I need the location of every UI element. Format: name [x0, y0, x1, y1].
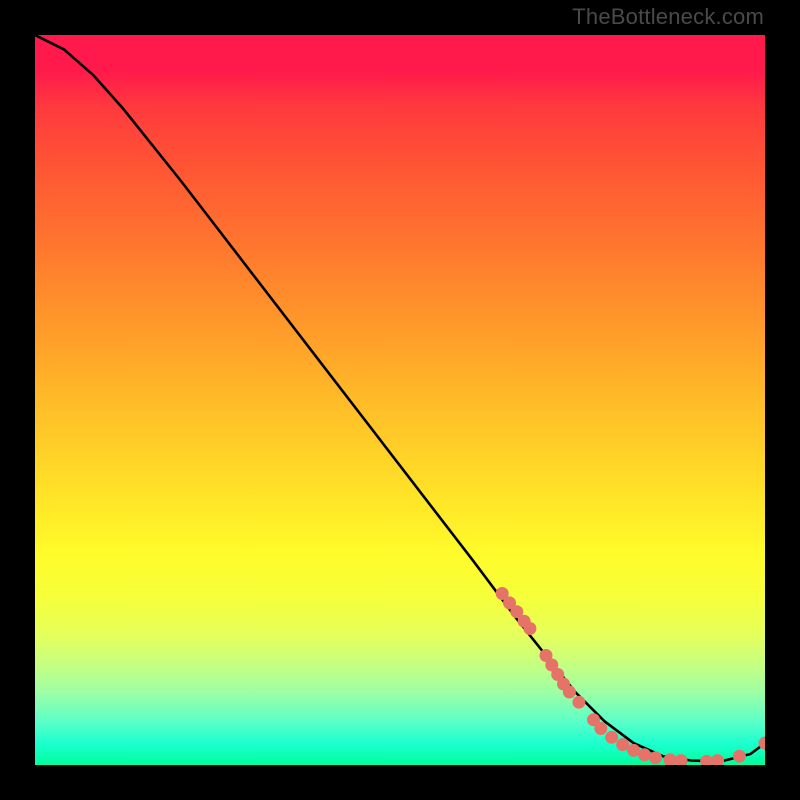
marker-dot	[733, 750, 746, 763]
plot-area	[35, 35, 765, 765]
marker-dot	[664, 753, 677, 765]
watermark-text: TheBottleneck.com	[572, 4, 764, 30]
marker-dot	[572, 696, 585, 709]
marker-dot	[563, 686, 576, 699]
marker-dot	[711, 754, 724, 765]
chart-frame: TheBottleneck.com	[0, 0, 800, 800]
marker-dot	[594, 722, 607, 735]
marker-dot	[675, 754, 688, 765]
chart-overlay	[35, 35, 765, 765]
marker-dots-group	[496, 587, 765, 765]
marker-dot	[649, 751, 662, 764]
bottleneck-curve	[35, 35, 765, 761]
marker-dot	[638, 748, 651, 761]
marker-dot	[605, 731, 618, 744]
marker-dot	[523, 622, 536, 635]
